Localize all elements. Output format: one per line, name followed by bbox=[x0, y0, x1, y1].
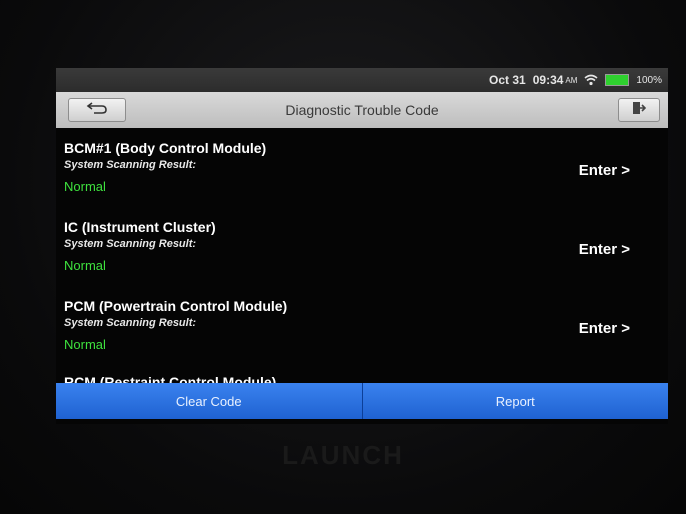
status-ampm: AM bbox=[565, 75, 578, 85]
list-item[interactable]: IC (Instrument Cluster) System Scanning … bbox=[56, 211, 668, 289]
clear-code-button[interactable]: Clear Code bbox=[56, 383, 362, 419]
module-name: BCM#1 (Body Control Module) bbox=[64, 140, 267, 156]
status-date: Oct 31 bbox=[489, 73, 526, 87]
scan-result-label: System Scanning Result: bbox=[64, 317, 197, 329]
status-badge: Normal bbox=[64, 337, 106, 352]
wifi-icon bbox=[584, 74, 598, 86]
enter-button[interactable]: Enter > bbox=[579, 320, 630, 337]
page-title: Diagnostic Trouble Code bbox=[285, 102, 439, 118]
battery-percent: 100% bbox=[636, 74, 662, 86]
status-right: Oct 31 09:34 AM 100% bbox=[489, 73, 662, 87]
scan-result-label: System Scanning Result: bbox=[64, 238, 197, 250]
report-button[interactable]: Report bbox=[363, 383, 669, 419]
list-item[interactable]: PCM (Powertrain Control Module) System S… bbox=[56, 290, 668, 368]
battery-icon bbox=[605, 74, 630, 86]
title-bar: Diagnostic Trouble Code bbox=[56, 92, 668, 128]
enter-button[interactable]: Enter > bbox=[579, 162, 630, 179]
device-screen: Oct 31 09:34 AM 100% Diagnostic Trouble … bbox=[56, 68, 668, 424]
bottom-bar: Clear Code Report bbox=[56, 383, 668, 419]
status-badge: Normal bbox=[64, 258, 106, 273]
module-name: PCM (Powertrain Control Module) bbox=[64, 298, 288, 314]
scan-result-label: System Scanning Result: bbox=[64, 159, 197, 171]
list-item[interactable]: BCM#1 (Body Control Module) System Scann… bbox=[56, 132, 668, 210]
status-badge: Normal bbox=[64, 179, 106, 194]
enter-button[interactable]: Enter > bbox=[579, 241, 630, 258]
device-logo: LAUNCH bbox=[282, 440, 404, 470]
module-name: IC (Instrument Cluster) bbox=[64, 219, 216, 235]
status-time: 09:34 bbox=[532, 73, 564, 87]
exit-button[interactable] bbox=[618, 98, 660, 122]
status-bar: Oct 31 09:34 AM 100% bbox=[56, 68, 668, 92]
exit-icon bbox=[632, 101, 647, 120]
module-list: BCM#1 (Body Control Module) System Scann… bbox=[56, 132, 668, 384]
